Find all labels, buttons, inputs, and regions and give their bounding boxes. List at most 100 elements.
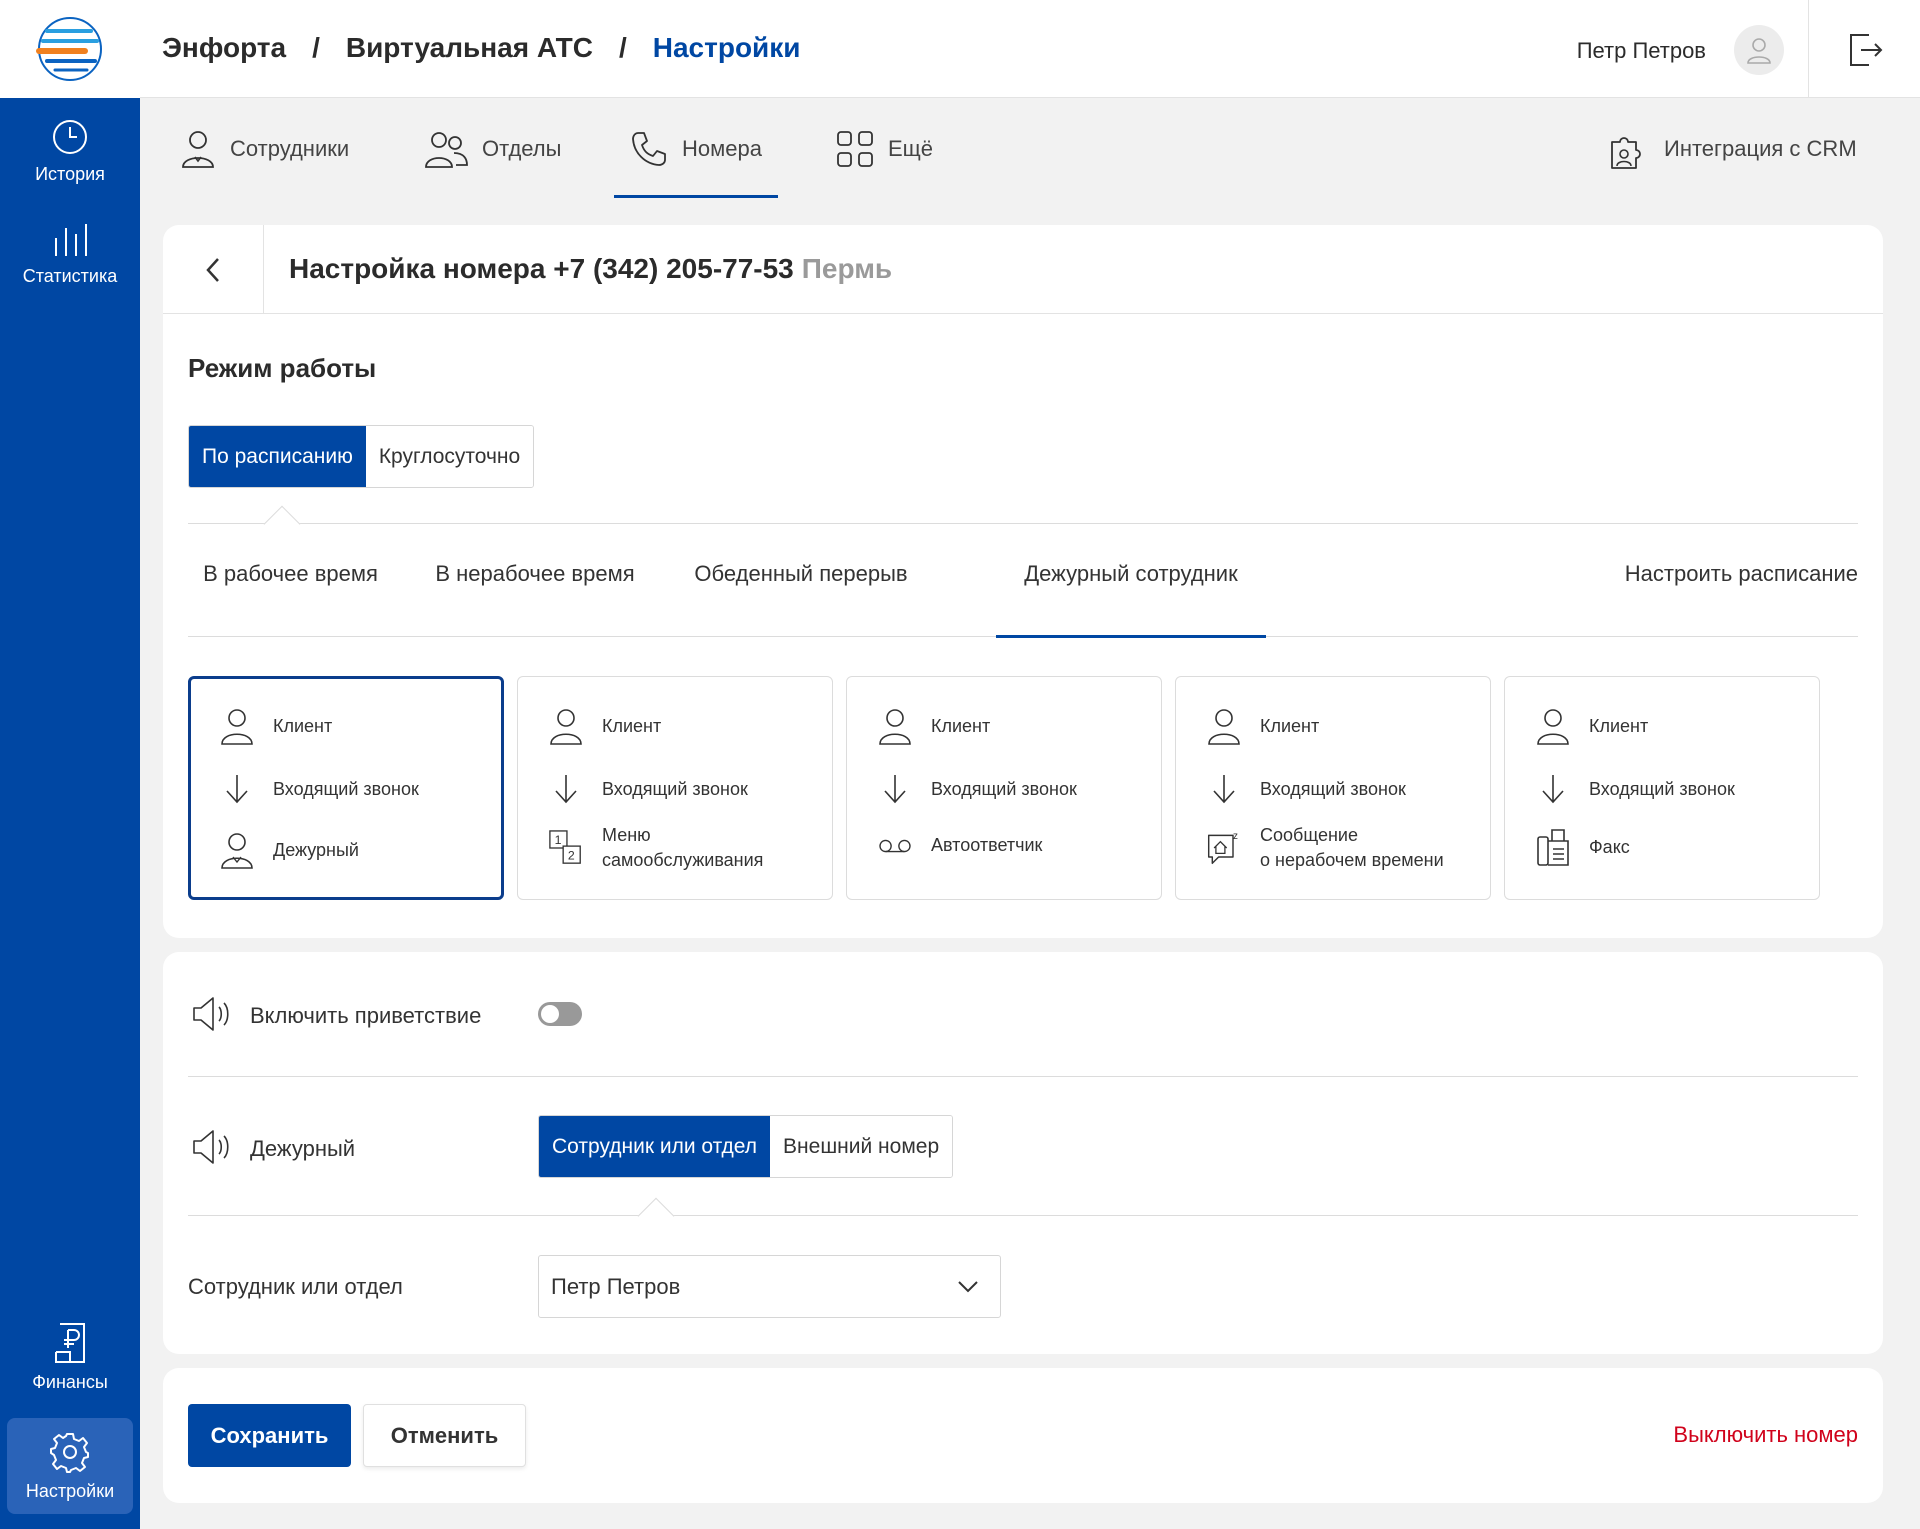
route-target: Автоответчик [877,833,1042,858]
disable-number-link[interactable]: Выключить номер [1673,1422,1858,1448]
arrow-down-icon [219,773,255,805]
duty-option-employee[interactable]: Сотрудник или отдел [539,1116,771,1177]
duty-person-icon [219,831,255,869]
route-client-label: Клиент [1260,715,1320,736]
employee-icon [180,129,216,169]
tab-lunch-break[interactable]: Обеденный перерыв [671,561,931,617]
logout-icon [1849,34,1882,66]
svg-text:z: z [1233,831,1238,842]
route-client: Клиент [548,707,661,745]
user-name[interactable]: Петр Петров [1577,38,1706,64]
chevron-down-icon [956,1278,980,1294]
greeting-toggle[interactable] [538,1002,582,1026]
configure-schedule-link[interactable]: Настроить расписание [1583,561,1858,617]
duty-settings-card: Включить приветствие Дежурный Сотрудник … [163,952,1883,1354]
breadcrumb-item-pbx[interactable]: Виртуальная АТС [346,32,593,64]
tab-duty-employee[interactable]: Дежурный сотрудник [996,561,1266,617]
client-icon [877,707,913,745]
sidebar-item-statistics[interactable]: Статистика [0,220,140,287]
header: Энфорта / Виртуальная АТС / Настройки Пе… [140,0,1920,98]
route-target-line2: о нерабочем времени [1260,850,1444,870]
sidebar-item-label: История [35,164,105,184]
crm-integration-link[interactable]: Интеграция с CRM [1608,98,1857,200]
sidebar-item-history[interactable]: История [0,118,140,185]
off-hours-message-icon: z [1206,828,1242,868]
route-client: Клиент [219,707,332,745]
tab-employees[interactable]: Сотрудники [180,98,349,200]
route-client: Клиент [1535,707,1648,745]
route-target-label: Сообщение о нерабочем времени [1260,823,1444,873]
phone-icon [630,130,668,168]
route-target-label: Автоответчик [931,835,1043,855]
duty-option-external[interactable]: Внешний номер [770,1116,953,1177]
route-card-ivr[interactable]: Клиент Входящий звонок 12 Меню самообслуж… [517,676,833,900]
gear-icon [49,1431,91,1473]
grid-icon [836,130,874,168]
route-card-duty[interactable]: Клиент Входящий звонок Дежурный [188,676,504,900]
tab-label: Отделы [482,136,562,161]
breadcrumb-separator: / [312,32,320,63]
tab-label: Номера [682,136,762,161]
toggle-knob [541,1005,559,1023]
route-client-label: Клиент [931,715,991,736]
sidebar-item-label: Финансы [32,1372,108,1392]
route-card-voicemail[interactable]: Клиент Входящий звонок Автоответчик [846,676,1162,900]
route-call: Входящий звонок [1535,773,1735,805]
route-target: Факс [1535,827,1630,867]
route-call: Входящий звонок [219,773,419,805]
greeting-label: Включить приветствие [250,1003,482,1028]
sidebar-item-settings[interactable]: Настройки [7,1418,133,1514]
bar-chart-icon [50,220,90,258]
route-target: z Сообщение о нерабочем времени [1206,823,1444,873]
tab-numbers[interactable]: Номера [614,98,778,200]
client-icon [1535,707,1571,745]
fax-icon [1535,827,1571,867]
enforta-logo-icon [36,17,102,81]
cancel-button[interactable]: Отменить [363,1404,526,1467]
route-target: Дежурный [219,831,359,869]
puzzle-user-icon [1608,128,1650,170]
route-card-fax[interactable]: Клиент Входящий звонок Факс [1504,676,1820,900]
selection-pointer [263,505,301,543]
save-button[interactable]: Сохранить [188,1404,351,1467]
arrow-down-icon [877,773,913,805]
route-call-label: Входящий звонок [931,778,1077,799]
breadcrumb: Энфорта / Виртуальная АТС / Настройки [162,32,801,64]
route-client: Клиент [877,707,990,745]
tab-working-hours[interactable]: В рабочее время [188,561,393,617]
logo[interactable] [0,0,140,98]
ivr-menu-icon: 12 [548,828,584,868]
route-target: 12 Меню самообслуживания [548,823,763,873]
duty-label: Дежурный [250,1136,356,1161]
route-target-line1: Меню [602,825,651,845]
breadcrumb-item-company[interactable]: Энфорта [162,32,286,64]
page-header: Настройка номера +7 (342) 205-77-53 Пермь [163,225,1883,314]
sidebar-item-finance[interactable]: Финансы [0,1322,140,1393]
selection-pointer [637,1197,675,1235]
route-target-line1: Сообщение [1260,825,1358,845]
employee-select[interactable]: Петр Петров [538,1255,1001,1318]
back-button[interactable] [163,225,264,314]
svg-text:2: 2 [568,848,575,862]
route-call-label: Входящий звонок [1260,778,1406,799]
duty-type-switch: Сотрудник или отдел Внешний номер [538,1115,954,1178]
number-settings-card: Настройка номера +7 (342) 205-77-53 Пермь… [163,225,1883,938]
tab-departments[interactable]: Отделы [424,98,561,200]
logout-button[interactable] [1808,0,1920,98]
mode-option-24h[interactable]: Круглосуточно [365,426,534,487]
mode-title: Режим работы [188,353,377,383]
mode-option-scheduled[interactable]: По расписанию [189,426,366,487]
tab-more[interactable]: Ещё [836,98,933,200]
route-call-label: Входящий звонок [273,778,419,799]
tab-non-working-hours[interactable]: В нерабочее время [420,561,650,617]
route-card-off-hours-message[interactable]: Клиент Входящий звонок z Сообщение о нера… [1175,676,1491,900]
ruble-doc-icon [50,1322,90,1364]
page-city: Пермь [801,253,893,284]
route-call: Входящий звонок [548,773,748,805]
avatar[interactable] [1734,25,1784,75]
user-icon [1747,38,1771,64]
crm-label: Интеграция с CRM [1664,136,1857,161]
sidebar-item-label: Настройки [25,1480,115,1501]
route-client-label: Клиент [602,715,662,736]
speaker-icon [191,994,233,1034]
